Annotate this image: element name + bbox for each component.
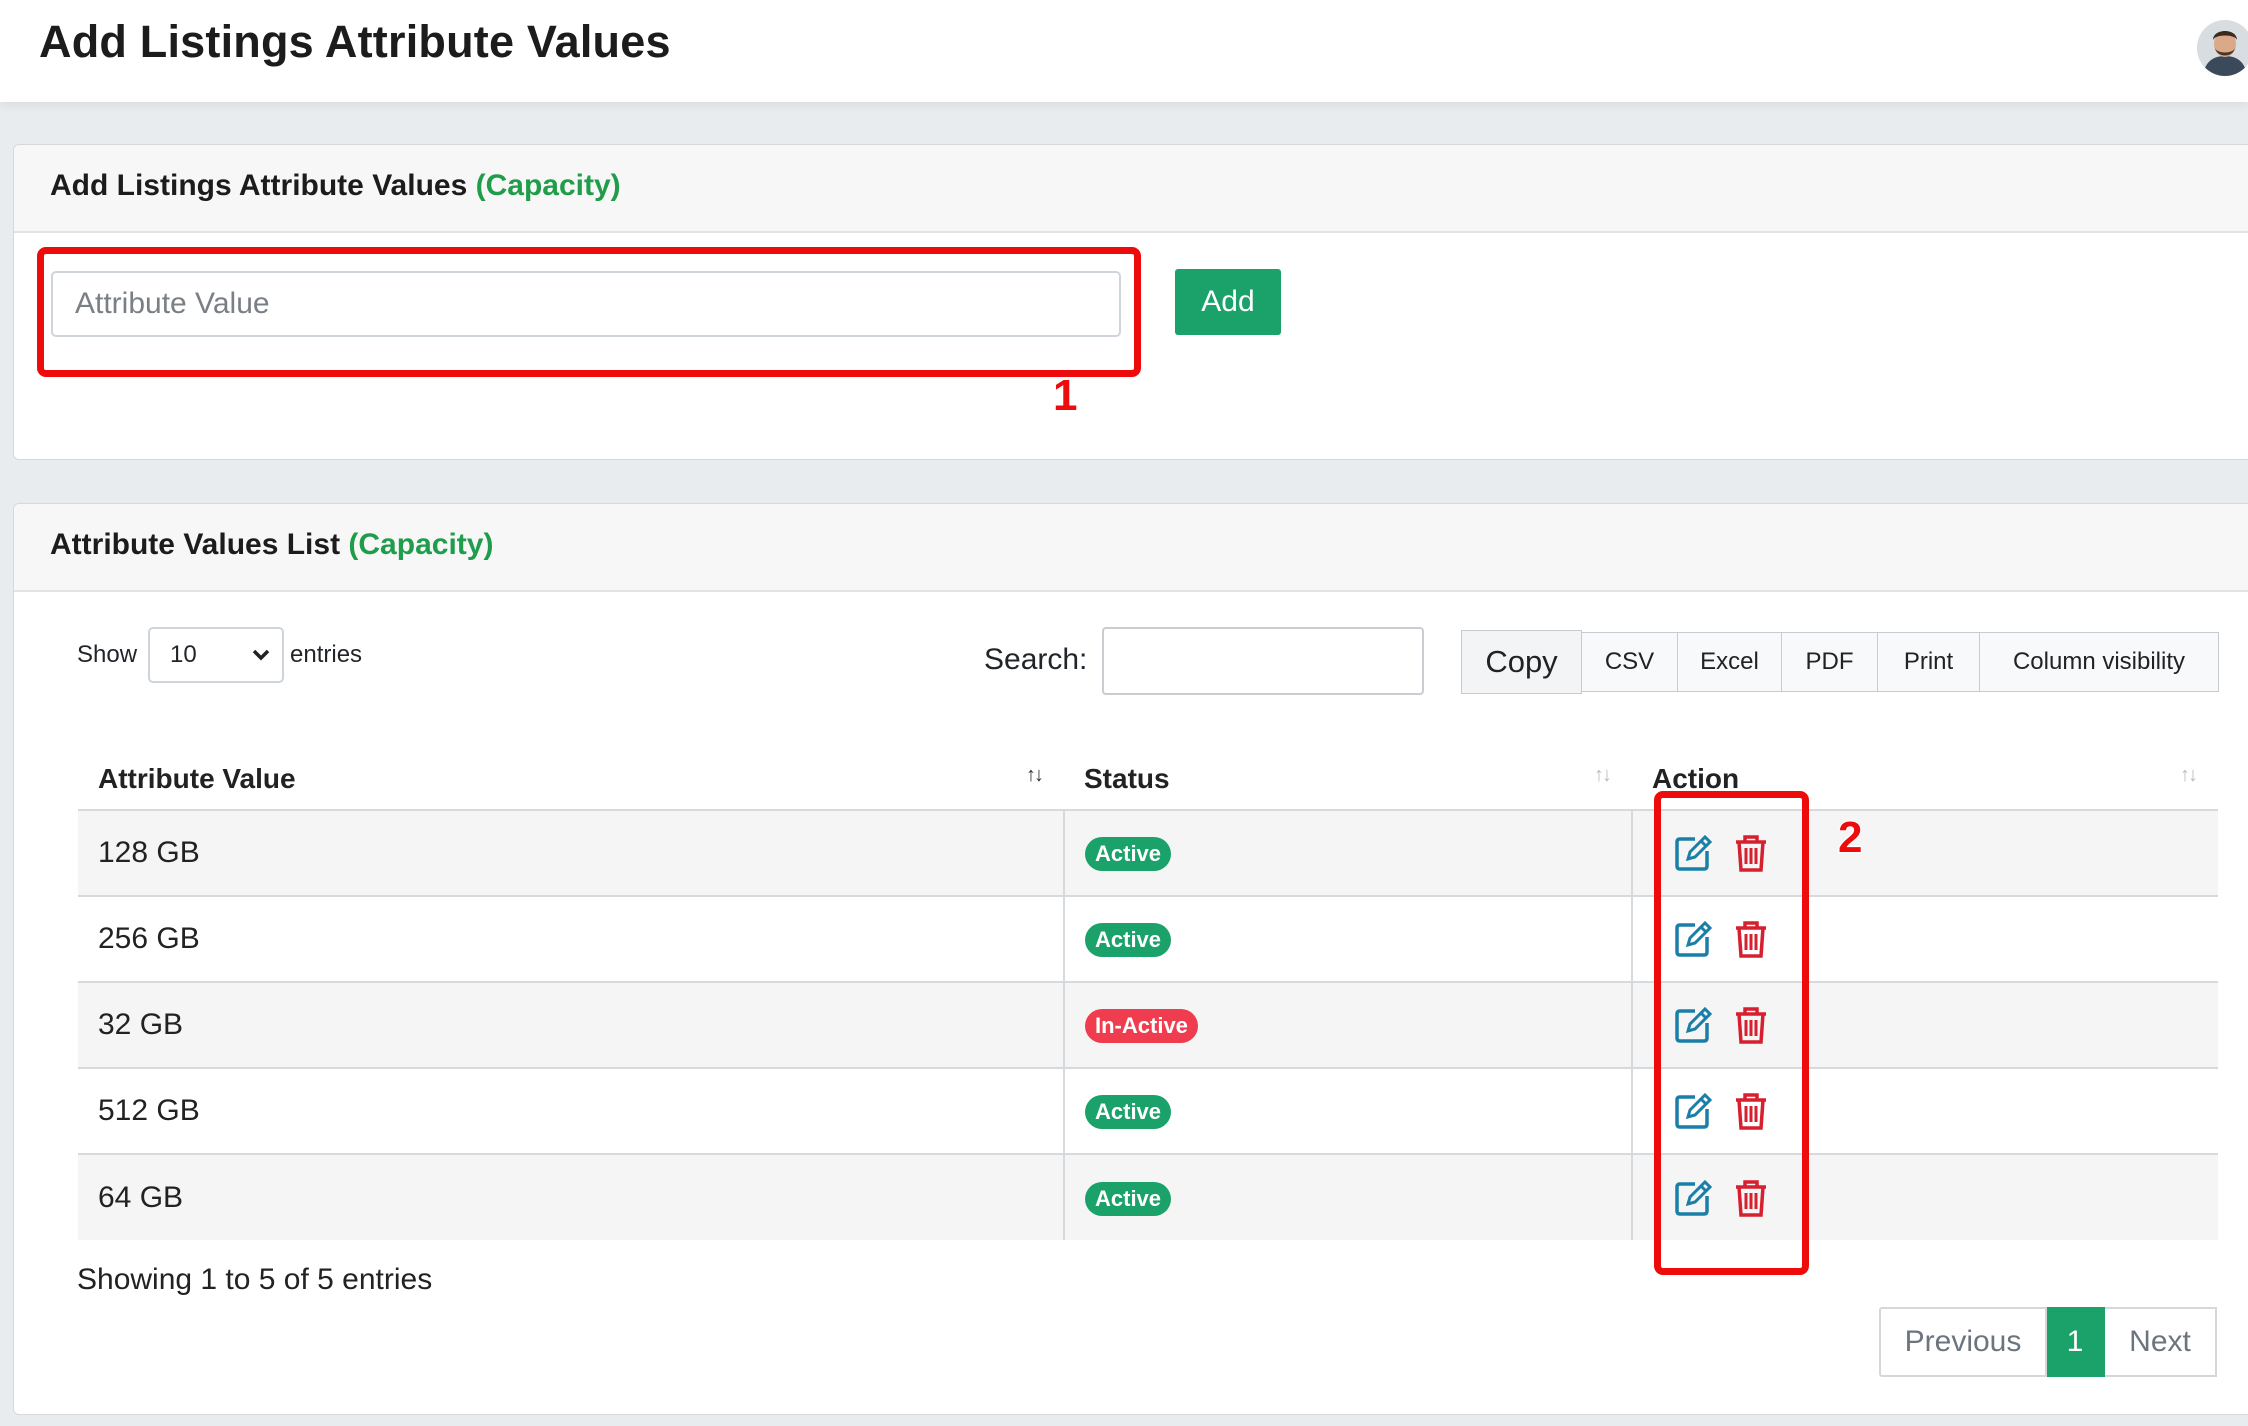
next-page-button[interactable]: Next <box>2105 1307 2217 1377</box>
attribute-values-table: Attribute Value ↑↓ Status ↑↓ Action ↑↓ 1… <box>78 748 2218 1240</box>
status-cell: In-Active <box>1063 981 1632 1068</box>
table-info: Showing 1 to 5 of 5 entries <box>77 1263 433 1296</box>
status-cell: Active <box>1063 1067 1632 1154</box>
attribute-value-cell: 64 GB <box>78 1153 1064 1240</box>
status-cell: Active <box>1063 809 1632 896</box>
sort-icon: ↑↓ <box>1026 764 1044 786</box>
entries-label: entries <box>290 641 363 668</box>
status-badge: In-Active <box>1085 1009 1198 1043</box>
add-card-header: Add Listings Attribute Values (Capacity) <box>14 145 2248 233</box>
list-card-title: Attribute Values List (Capacity) <box>50 528 493 562</box>
excel-button[interactable]: Excel <box>1678 632 1782 692</box>
page-title: Add Listings Attribute Values <box>39 16 671 67</box>
sort-icon: ↑↓ <box>2180 764 2198 786</box>
copy-button[interactable]: Copy <box>1461 630 1582 694</box>
attribute-value-cell: 256 GB <box>78 895 1064 982</box>
table-row: 128 GB Active <box>78 809 2218 896</box>
table-body: 128 GB Active 256 GB Active 32 GB In-Act… <box>78 809 2218 1240</box>
annotation-number-2: 2 <box>1837 812 1864 863</box>
column-header-label: Status <box>1084 762 1170 794</box>
previous-page-button[interactable]: Previous <box>1879 1307 2047 1377</box>
list-card-title-text: Attribute Values List <box>50 528 341 561</box>
search-label: Search: <box>984 643 1088 676</box>
attribute-value-cell: 32 GB <box>78 981 1064 1068</box>
status-badge: Active <box>1085 1181 1172 1216</box>
table-header-row: Attribute Value ↑↓ Status ↑↓ Action ↑↓ <box>78 748 2218 810</box>
add-card-title-text: Add Listings Attribute Values <box>50 169 468 202</box>
current-page-button[interactable]: 1 <box>2047 1307 2105 1377</box>
add-card-title-accent: (Capacity) <box>475 169 621 202</box>
list-card-header: Attribute Values List (Capacity) <box>14 504 2248 592</box>
column-header-label: Action <box>1652 762 1740 794</box>
pagination: Previous 1 Next <box>1879 1307 2217 1377</box>
page-length-value: 10 <box>170 641 197 668</box>
table-row: 256 GB Active <box>78 895 2218 982</box>
status-badge: Active <box>1085 1095 1172 1129</box>
column-header-label: Attribute Value <box>98 762 296 794</box>
top-bar: Add Listings Attribute Values <box>0 0 2248 102</box>
attribute-value-cell: 512 GB <box>78 1067 1064 1154</box>
status-badge: Active <box>1085 837 1172 871</box>
add-card-title: Add Listings Attribute Values (Capacity) <box>50 169 621 203</box>
column-visibility-button[interactable]: Column visibility <box>1980 632 2219 692</box>
csv-button[interactable]: CSV <box>1582 632 1678 692</box>
export-button-group: Copy CSV Excel PDF Print Column visibili… <box>1461 630 2219 696</box>
attribute-value-cell: 128 GB <box>78 809 1064 896</box>
add-button[interactable]: Add <box>1175 269 1281 335</box>
print-button[interactable]: Print <box>1878 632 1980 692</box>
user-avatar[interactable] <box>2197 20 2248 76</box>
sort-icon: ↑↓ <box>1594 764 1612 786</box>
status-cell: Active <box>1063 1153 1632 1240</box>
status-badge: Active <box>1085 923 1172 957</box>
chevron-down-icon <box>250 629 272 700</box>
table-search-input[interactable] <box>1102 627 1424 695</box>
annotation-box-input <box>37 247 1141 377</box>
page-length-select[interactable]: 10 <box>148 627 284 683</box>
annotation-box-actions <box>1654 791 1809 1275</box>
table-row: 64 GB Active <box>78 1153 2218 1240</box>
table-row: 512 GB Active <box>78 1067 2218 1154</box>
show-label: Show <box>77 641 138 668</box>
column-header-status[interactable]: Status ↑↓ <box>1064 748 1632 810</box>
status-cell: Active <box>1063 895 1632 982</box>
annotation-number-1: 1 <box>1052 370 1079 421</box>
pdf-button[interactable]: PDF <box>1782 632 1878 692</box>
column-header-attribute-value[interactable]: Attribute Value ↑↓ <box>78 748 1064 810</box>
table-row: 32 GB In-Active <box>78 981 2218 1068</box>
list-card-title-accent: (Capacity) <box>348 528 494 561</box>
